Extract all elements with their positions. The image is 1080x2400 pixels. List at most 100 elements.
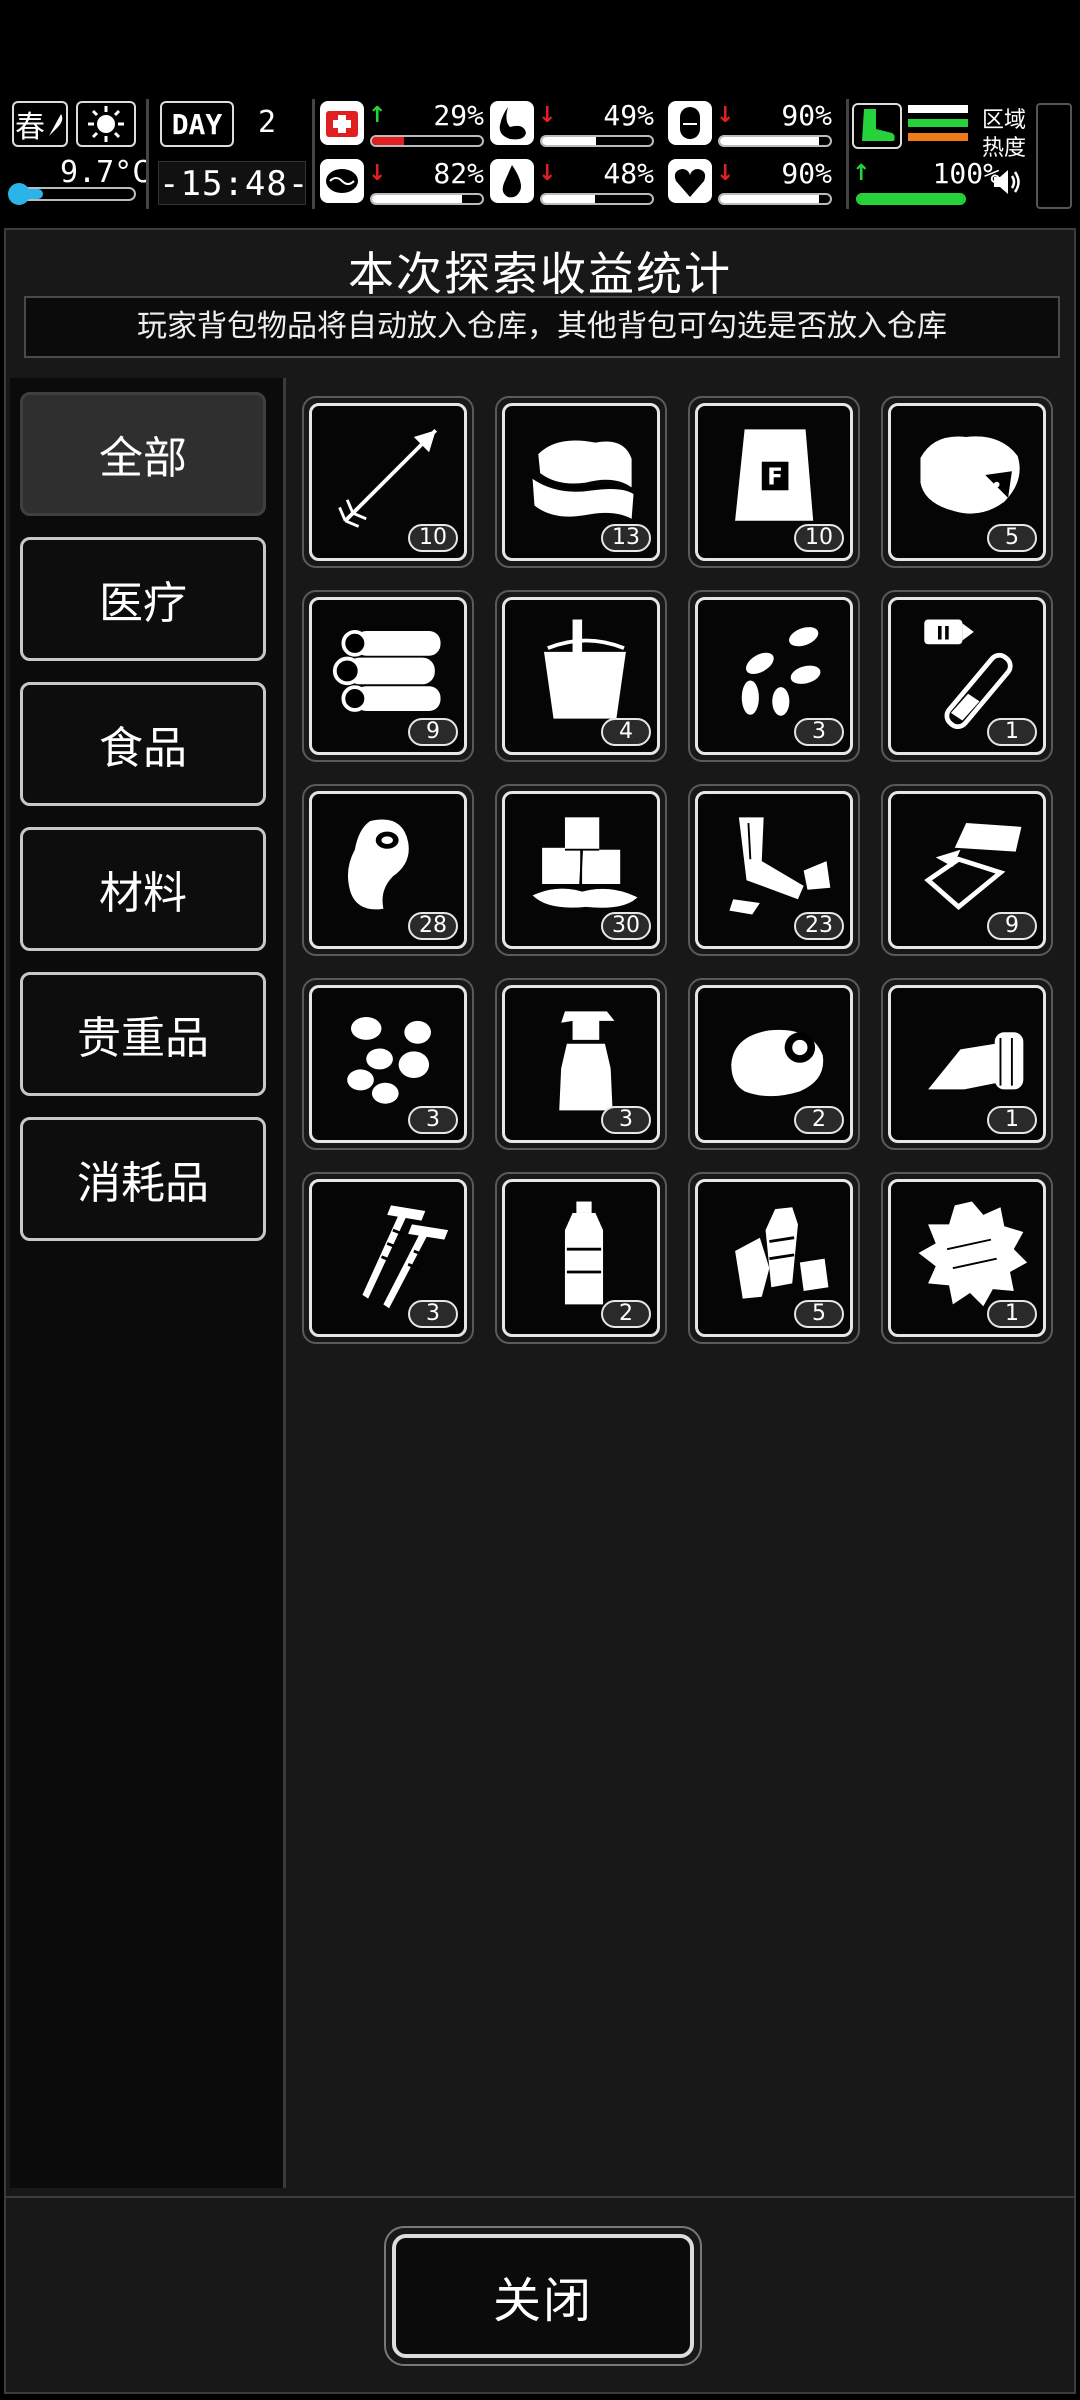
- item-slot[interactable]: 10: [302, 396, 474, 568]
- region-heat-meter: [1036, 103, 1072, 209]
- water-drop-icon: [490, 159, 534, 203]
- item-count: 13: [601, 524, 651, 552]
- svg-text:II: II: [936, 623, 950, 645]
- hunger-bar: [540, 135, 654, 147]
- sanity-bar: [370, 193, 484, 205]
- panel-footer: 关闭: [4, 2198, 1076, 2394]
- heart-icon: [668, 159, 712, 203]
- speaker-icon[interactable]: [990, 165, 1024, 199]
- item-slot[interactable]: 2: [495, 1172, 667, 1344]
- leaf-icon: [49, 114, 63, 136]
- close-button[interactable]: 关闭: [384, 2226, 702, 2366]
- category-tab[interactable]: 消耗品: [20, 1117, 266, 1241]
- svg-text:F: F: [767, 465, 783, 491]
- water-bottle-icon: [564, 1201, 604, 1305]
- flour-bag-icon: F: [735, 429, 814, 521]
- item-slot[interactable]: II 1: [881, 590, 1053, 762]
- clock-readout: -15:48-: [158, 161, 308, 205]
- item-slot[interactable]: 2: [688, 978, 860, 1150]
- item-slot[interactable]: 1: [881, 1172, 1053, 1344]
- close-button-label: 关闭: [392, 2234, 694, 2358]
- item-count: 9: [987, 912, 1037, 940]
- item-slot[interactable]: 5: [881, 396, 1053, 568]
- item-slot[interactable]: 9: [881, 784, 1053, 956]
- glass-shards-icon: [924, 823, 1022, 910]
- item-count: 4: [601, 718, 651, 746]
- item-slot[interactable]: F 10: [688, 396, 860, 568]
- item-slot[interactable]: 23: [688, 784, 860, 956]
- sanity-value: 82%: [433, 157, 484, 190]
- item-count: 5: [794, 1300, 844, 1328]
- test-tube-icon: II: [924, 619, 1013, 730]
- panel-subtitle: 玩家背包物品将自动放入仓库，其他背包可勾选是否放入仓库: [24, 296, 1060, 358]
- item-slot[interactable]: 28: [302, 784, 474, 956]
- stamina-indicator-bars: [908, 105, 968, 147]
- category-tab[interactable]: 贵重品: [20, 972, 266, 1096]
- item-slot[interactable]: 5: [688, 1172, 860, 1344]
- mood-bar: [718, 193, 832, 205]
- brain-icon: [320, 159, 364, 203]
- item-slot[interactable]: 13: [495, 396, 667, 568]
- loot-summary-panel: 本次探索收益统计 玩家背包物品将自动放入仓库，其他背包可勾选是否放入仓库 全部医…: [4, 228, 1076, 2198]
- trend-up-icon: ↑: [368, 103, 387, 128]
- item-count: 1: [987, 718, 1037, 746]
- item-count: 28: [408, 912, 458, 940]
- mood-stat: ↓ 90%: [668, 157, 836, 207]
- item-count: 1: [987, 1106, 1037, 1134]
- item-slot[interactable]: 9: [302, 590, 474, 762]
- stomach-icon: [490, 101, 534, 145]
- health-stat: ↑ 29%: [320, 99, 488, 149]
- category-sidebar: 全部医疗食品材料贵重品消耗品: [10, 378, 286, 2188]
- hunger-value: 49%: [603, 99, 654, 132]
- bucket-icon: [544, 619, 626, 719]
- sun-icon: [88, 106, 124, 142]
- cloth-icon: [532, 440, 634, 519]
- fatigue-bar: [718, 135, 832, 147]
- item-count: 9: [408, 718, 458, 746]
- sanity-stat: ↓ 82%: [320, 157, 488, 207]
- potatoes-icon: [347, 1017, 431, 1104]
- item-count: 3: [601, 1106, 651, 1134]
- status-hud: 春 9.7°C DAY 2 -15:48- ↑ 29% ↓ 49% ↓ 90% ↓ 82% ↓ 4…: [0, 95, 1080, 215]
- item-slot[interactable]: 3: [495, 978, 667, 1150]
- item-slot[interactable]: 3: [688, 590, 860, 762]
- item-slot[interactable]: 4: [495, 590, 667, 762]
- scrap-metal-icon: [729, 817, 831, 915]
- item-slot[interactable]: 3: [302, 1172, 474, 1344]
- screws-icon: [362, 1205, 449, 1309]
- item-slot[interactable]: 3: [302, 978, 474, 1150]
- day-badge: DAY: [160, 101, 234, 147]
- item-count: 3: [794, 718, 844, 746]
- item-count: 3: [408, 1106, 458, 1134]
- trend-down-icon: ↓: [716, 161, 735, 186]
- boot-icon: [852, 103, 902, 149]
- trend-down-icon: ↓: [716, 103, 735, 128]
- weather-indicator: [76, 101, 136, 147]
- category-tab[interactable]: 材料: [20, 827, 266, 951]
- item-count: 2: [601, 1300, 651, 1328]
- medkit-icon: [320, 101, 364, 145]
- health-bar: [370, 135, 484, 147]
- season-label: 春: [15, 110, 45, 145]
- season-indicator: 春: [12, 101, 68, 147]
- category-tab[interactable]: 全部: [20, 392, 266, 516]
- fatigue-value: 90%: [781, 99, 832, 132]
- thermometer-icon: [8, 183, 30, 205]
- item-count: 1: [987, 1300, 1037, 1328]
- mood-value: 90%: [781, 157, 832, 190]
- region-heat-label: 区域 热度: [982, 108, 1027, 161]
- tape-roll-icon: [731, 1029, 824, 1097]
- item-slot[interactable]: 30: [495, 784, 667, 956]
- spray-bottle-icon: [559, 1011, 615, 1111]
- logs-icon: [332, 630, 441, 712]
- item-count: 23: [794, 912, 844, 940]
- thirst-bar: [540, 193, 654, 205]
- category-tab[interactable]: 医疗: [20, 537, 266, 661]
- temperature-readout: 9.7°C: [60, 155, 151, 190]
- panel-title: 本次探索收益统计: [348, 247, 732, 301]
- category-tab[interactable]: 食品: [20, 682, 266, 806]
- day-number: 2: [258, 105, 277, 140]
- meat-icon: [347, 819, 409, 910]
- stamina-up-arrow-icon: ↑: [852, 161, 871, 186]
- item-slot[interactable]: 1: [881, 978, 1053, 1150]
